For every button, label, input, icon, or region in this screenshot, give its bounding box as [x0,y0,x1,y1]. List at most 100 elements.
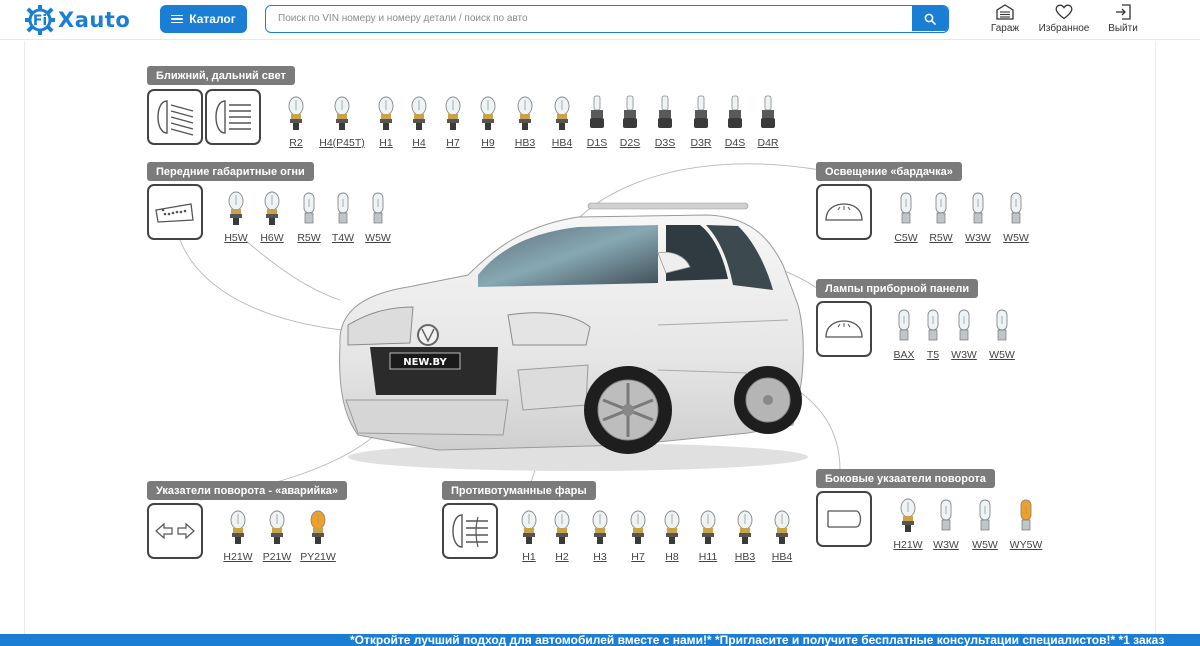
bulb-fog-h7[interactable]: H7 [623,508,653,563]
bulb-icon [230,510,246,544]
turn-hazard-icon[interactable] [147,503,203,559]
ticker-text: *Откройте лучший подход для автомобилей … [350,634,1165,646]
bulb-icon [996,309,1008,341]
bulb-fog-h8[interactable]: H8 [657,508,687,563]
dashboard-icon[interactable] [816,301,872,357]
bulb-fog-h3[interactable]: H3 [585,508,615,563]
front-parking-icon[interactable] [147,184,203,240]
logo-letter: Fi [33,13,47,29]
bulb-low-high-d4s[interactable]: D4S [720,94,750,149]
group-title-turn-hazard: Указатели поворота - «аварийка» [147,481,348,500]
search-input[interactable] [266,6,912,31]
bulb-front-parking-h6w[interactable]: H6W [257,189,287,244]
bulb-turn-hazard-p21w[interactable]: P21W [262,508,292,563]
bulb-label: HB3 [734,551,756,563]
bulb-low-high-h1[interactable]: H1 [371,94,401,149]
bulb-icon [517,96,533,130]
bulb-label: W3W [951,349,977,361]
bulb-fog-hb3[interactable]: HB3 [730,508,760,563]
side-turn-icon[interactable] [816,491,872,547]
garage-link[interactable]: Гараж [975,4,1035,34]
search-button[interactable] [912,6,948,31]
bulb-label: H21W [893,539,923,551]
bulb-label: P21W [262,551,292,563]
bulb-low-high-hb3[interactable]: HB3 [510,94,540,149]
bulb-low-high-h4p45t[interactable]: H4(P45T) [319,94,365,149]
glovebox-icon[interactable] [816,184,872,240]
garage-label: Гараж [990,23,1020,34]
bulb-turn-hazard-py21w[interactable]: PY21W [300,508,336,563]
low-beam-icon[interactable] [147,89,203,145]
bulb-side-turn-w3w[interactable]: W3W [931,496,961,551]
bulb-label: D4S [724,137,746,149]
promo-ticker: *Откройте лучший подход для автомобилей … [0,634,1200,646]
group-title-dashboard: Лампы приборной панели [816,279,979,298]
bulb-dashboard-w3w[interactable]: W3W [949,306,979,361]
bulb-low-high-h7[interactable]: H7 [438,94,468,149]
bulb-low-high-d3r[interactable]: D3R [686,94,716,149]
bulb-label: W3W [933,539,959,551]
bulb-label: H4 [412,137,426,149]
bulb-icon [590,95,604,128]
bulb-label: H1 [522,551,536,563]
group-title-front-parking: Передние габаритные огни [147,162,314,181]
bulb-dashboard-w5w[interactable]: W5W [987,306,1017,361]
bulb-icon [264,191,280,225]
bulb-fog-h2[interactable]: H2 [547,508,577,563]
logout-label: Выйти [1108,23,1138,34]
bulb-label: T5 [926,349,940,361]
group-title-low-high: Ближний, дальний свет [147,66,295,85]
high-beam-icon[interactable] [205,89,261,145]
bulb-front-parking-h5w[interactable]: H5W [221,189,251,244]
bulb-fog-h1[interactable]: H1 [514,508,544,563]
bulb-icon [1010,192,1022,224]
bulb-label: H6W [260,232,284,244]
bulb-dashboard-t5[interactable]: T5 [918,306,948,361]
bulb-icon [378,96,394,130]
bulb-front-parking-w5w[interactable]: W5W [363,189,393,244]
bulb-low-high-h9[interactable]: H9 [473,94,503,149]
catalog-button[interactable]: Каталог [160,5,247,33]
bulb-low-high-d4r[interactable]: D4R [753,94,783,149]
bulb-fog-hb4[interactable]: HB4 [767,508,797,563]
bulb-dashboard-bax[interactable]: BAX [889,306,919,361]
fog-light-icon[interactable] [442,503,498,559]
bulb-low-high-r2[interactable]: R2 [281,94,311,149]
bulb-label: H5W [224,232,248,244]
bulb-side-turn-h21w[interactable]: H21W [893,496,923,551]
bulb-low-high-d2s[interactable]: D2S [615,94,645,149]
bulb-icon [592,510,608,544]
favorites-link[interactable]: Избранное [1034,4,1094,34]
favorites-label: Избранное [1038,23,1090,34]
car-illustration: NEW.BY [339,202,808,471]
bulb-front-parking-r5w[interactable]: R5W [294,189,324,244]
bulb-label: H3 [593,551,607,563]
bulb-icon [554,96,570,130]
bulb-glovebox-w5w[interactable]: W5W [1001,189,1031,244]
bulb-icon [761,95,775,128]
logo[interactable]: Fi Xauto [24,2,134,38]
bulb-label: R5W [929,232,953,244]
logout-link[interactable]: Выйти [1093,4,1153,34]
header: Fi Xauto Каталог Гараж Избранное Выйти [0,0,1200,40]
bulb-side-turn-w5w[interactable]: W5W [970,496,1000,551]
bulb-label: H7 [446,137,460,149]
logo-text: Xauto [58,8,131,32]
bulb-low-high-d1s[interactable]: D1S [582,94,612,149]
bulb-fog-h11[interactable]: H11 [693,508,723,563]
bulb-label: BAX [893,349,915,361]
bulb-side-turn-wy5w[interactable]: WY5W [1010,496,1042,551]
bulb-glovebox-r5w[interactable]: R5W [926,189,956,244]
bulb-low-high-h4[interactable]: H4 [404,94,434,149]
bulb-icon [774,510,790,544]
search-bar [265,5,949,33]
bulb-turn-hazard-h21w[interactable]: H21W [223,508,253,563]
bulb-glovebox-w3w[interactable]: W3W [963,189,993,244]
bulb-label: R5W [297,232,321,244]
bulb-low-high-hb4[interactable]: HB4 [547,94,577,149]
license-plate: NEW.BY [403,357,447,368]
bulb-front-parking-t4w[interactable]: T4W [328,189,358,244]
bulb-low-high-d3s[interactable]: D3S [650,94,680,149]
bulb-icon [664,510,680,544]
bulb-glovebox-c5w[interactable]: C5W [891,189,921,244]
